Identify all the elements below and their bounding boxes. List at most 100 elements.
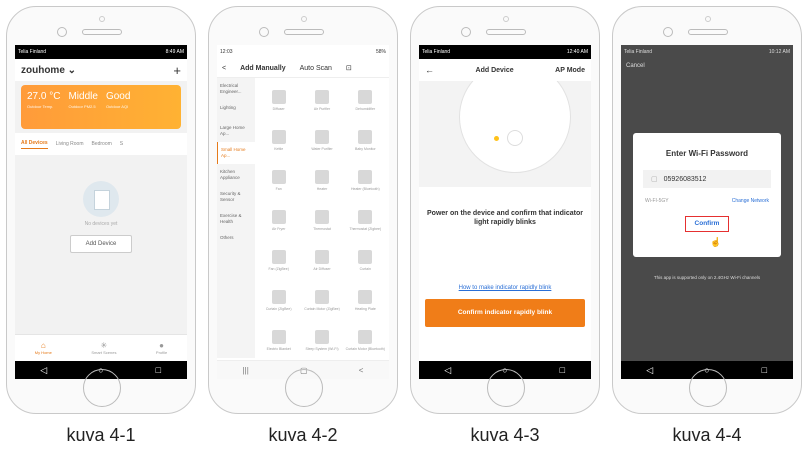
device-type-item[interactable]: Thermostat (Zigbee) [344, 200, 387, 240]
ap-mode-button[interactable]: AP Mode [555, 67, 585, 74]
device-type-item[interactable]: Sleep System (Wi-Fi) [300, 320, 343, 360]
nav-profile[interactable]: ● Profile [156, 341, 167, 355]
category-item[interactable]: Kitchen Appliance [217, 164, 255, 186]
tab-more[interactable]: S [120, 141, 123, 147]
device-type-item[interactable]: Kettle [257, 120, 300, 160]
phone-sensor [705, 16, 711, 22]
caption-1: kuva 4-1 [66, 425, 136, 445]
back-icon[interactable]: ◁ [436, 365, 460, 376]
wifi-password-dialog: Enter Wi-Fi Password ▢ 05926083512 Wi-FI… [633, 133, 781, 257]
category-item[interactable]: Others [217, 230, 255, 250]
password-value: 05926083512 [663, 175, 707, 183]
category-item[interactable]: Lighting [217, 100, 255, 120]
device-illustration [419, 81, 591, 187]
add-manually-screen: 12:03 58% < Add Manually Auto Scan ⊡ Ele… [217, 45, 389, 379]
device-type-item[interactable]: Air Fryer [257, 200, 300, 240]
recents-icon[interactable]: □ [550, 365, 574, 375]
category-item[interactable]: Large Home Ap... [217, 120, 255, 142]
tab-add-manually[interactable]: Add Manually [240, 65, 286, 72]
nav-smart-scenes[interactable]: ✳ Smart Scenes [91, 341, 116, 355]
device-label: Air Purifier [313, 106, 331, 111]
category-item[interactable]: Security & Sensor [217, 186, 255, 208]
profile-icon: ● [159, 341, 165, 350]
cancel-button[interactable]: Cancel [621, 59, 793, 73]
add-device-header: ← Add Device AP Mode [419, 59, 591, 81]
device-type-item[interactable]: Curtain (ZigBee) [257, 280, 300, 320]
device-type-item[interactable]: Curtain Motor (Bluetooth) [344, 320, 387, 360]
category-item[interactable]: Small Home Ap... [217, 142, 255, 164]
speaker-grille [688, 29, 728, 35]
empty-state: No devices yet Add Device [15, 181, 187, 253]
back-arrow-icon[interactable]: ← [425, 65, 434, 75]
back-button[interactable]: < [222, 65, 226, 72]
back-icon[interactable]: < [359, 366, 364, 375]
empty-text: No devices yet [84, 221, 118, 227]
device-icon [271, 129, 286, 144]
room-tabs: All Devices Living Room Bedroom S [15, 133, 187, 155]
device-icon [358, 209, 373, 224]
device-type-item[interactable]: Dehumidifier [344, 80, 387, 120]
device-icon [271, 289, 286, 304]
device-label: Curtain (ZigBee) [265, 306, 292, 311]
tab-bedroom[interactable]: Bedroom [91, 141, 111, 147]
password-field[interactable]: ▢ 05926083512 [643, 170, 771, 188]
add-device-button[interactable]: Add Device [70, 235, 132, 253]
confirm-button[interactable]: Confirm [685, 216, 729, 232]
scan-icon[interactable]: ⊡ [346, 64, 352, 72]
recents-icon[interactable]: ||| [243, 366, 249, 375]
blink-help-link[interactable]: How to make indicator rapidly blink [419, 285, 591, 291]
device-type-item[interactable]: Curtain [344, 240, 387, 280]
bottom-nav: ⌂ My Home ✳ Smart Scenes ● Profile [15, 334, 187, 361]
carrier-label: Telia Finland [422, 49, 451, 55]
device-icon [271, 169, 286, 184]
device-type-item[interactable]: Water Purifier [300, 120, 343, 160]
device-type-item[interactable]: Fan [257, 160, 300, 200]
device-icon [314, 129, 329, 144]
device-type-item[interactable]: Thermostat [300, 200, 343, 240]
device-icon [314, 209, 329, 224]
instruction-text: Power on the device and confirm that ind… [427, 210, 583, 226]
device-type-item[interactable]: Diffuser [257, 80, 300, 120]
nav-my-home[interactable]: ⌂ My Home [35, 341, 52, 355]
change-network-link[interactable]: Change Network [732, 198, 769, 204]
device-label: Air Diffuser [313, 266, 331, 271]
device-icon [358, 89, 373, 104]
recents-icon[interactable]: □ [146, 365, 170, 375]
device-label: Water Purifier [311, 146, 333, 151]
device-type-item[interactable]: Electric Blanket [257, 320, 300, 360]
device-type-item[interactable]: Air Diffuser [300, 240, 343, 280]
tab-living-room[interactable]: Living Room [56, 141, 84, 147]
device-type-item[interactable]: Baby Monitor [344, 120, 387, 160]
device-type-item[interactable]: Heater (Bluetooth) [344, 160, 387, 200]
phone-home-button[interactable] [285, 369, 323, 407]
page-title: Add Device [475, 66, 514, 74]
home-selector[interactable]: zouhome ⌄ [21, 65, 76, 76]
phone-home-button[interactable] [83, 369, 121, 407]
weather-label: Outdoor Temp. [27, 104, 54, 109]
device-type-item[interactable]: Heater [300, 160, 343, 200]
empty-illustration [83, 181, 119, 217]
phone-home-button[interactable] [487, 369, 525, 407]
weather-label: Outdoor AQI [105, 104, 129, 109]
device-type-item[interactable]: Heating Plate [344, 280, 387, 320]
back-icon[interactable]: ◁ [32, 365, 56, 376]
nav-label: Smart Scenes [91, 350, 117, 355]
pointer-hand-icon: ☝ [710, 237, 722, 247]
back-icon[interactable]: ◁ [638, 365, 662, 376]
category-item[interactable]: Electrical Engineer... [217, 78, 255, 100]
device-icon [271, 209, 286, 224]
device-type-item[interactable]: Fan (ZigBee) [257, 240, 300, 280]
clock-label: 8:49 AM [165, 49, 184, 55]
recents-icon[interactable]: □ [752, 365, 776, 375]
weather-pm: Middle Outdoor PM2.5 [68, 91, 97, 123]
category-browser: Electrical Engineer... Lighting Large Home… [217, 78, 389, 358]
tab-auto-scan[interactable]: Auto Scan [300, 65, 332, 72]
add-icon[interactable]: + [173, 63, 181, 78]
confirm-blink-button[interactable]: Confirm indicator rapidly blink [425, 299, 585, 327]
status-bar: Telia Finland 8:49 AM [15, 45, 187, 59]
device-type-item[interactable]: Curtain Motor (ZigBee) [300, 280, 343, 320]
tab-all-devices[interactable]: All Devices [21, 140, 48, 149]
device-type-item[interactable]: Air Purifier [300, 80, 343, 120]
category-item[interactable]: Exercise & Health [217, 208, 255, 230]
phone-home-button[interactable] [689, 369, 727, 407]
